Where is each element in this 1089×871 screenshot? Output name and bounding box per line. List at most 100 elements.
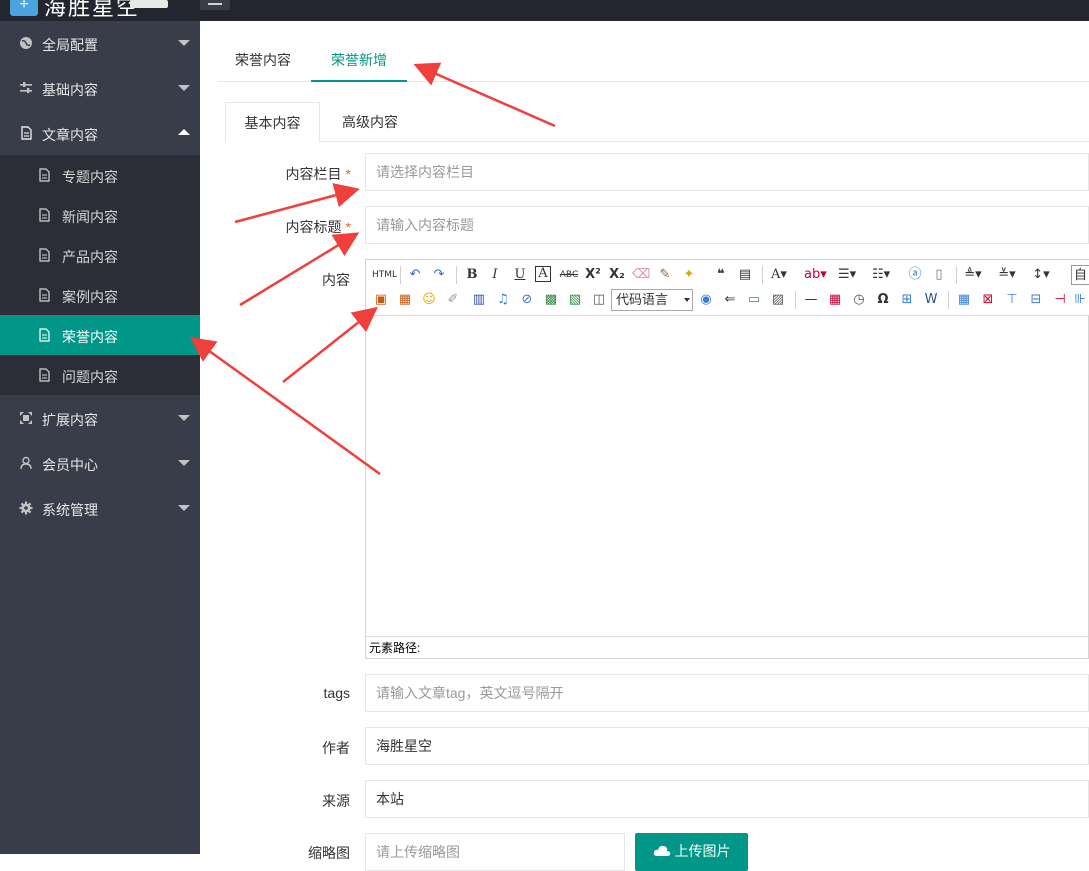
italic-icon[interactable]: I [486, 266, 504, 284]
page-break-icon[interactable]: ⇐ [721, 291, 739, 309]
document-icon [39, 248, 50, 262]
background-icon[interactable]: ▨ [769, 291, 787, 309]
multi-image-icon[interactable]: ▦ [396, 291, 414, 309]
tab-honor-content[interactable]: 荣誉内容 [218, 40, 308, 82]
rich-text-editor: HTML ↶ ↷ B I U A ABC X² X₂ ⌫ ✎ ✦ ❝ ▤ A▾ … [365, 259, 1089, 659]
annotation-arrow [282, 306, 378, 383]
insert-paragraph-before-table-icon[interactable]: ⊤ [1003, 291, 1021, 309]
blockquote-icon[interactable]: ❝ [712, 266, 730, 284]
title-input[interactable] [365, 206, 1089, 244]
source-input[interactable] [365, 780, 1089, 818]
document-icon [39, 288, 50, 302]
special-chars-icon[interactable]: Ω [874, 291, 892, 309]
menu-toggle-button[interactable] [200, 0, 230, 10]
html-source-icon[interactable]: HTML [372, 266, 397, 284]
sidebar-item-basic-content[interactable]: 基础内容 [0, 66, 200, 111]
highlight-color-icon[interactable]: ab▾ [804, 266, 827, 284]
insert-row-icon[interactable]: ⊟ [1027, 291, 1045, 309]
code-language-select[interactable]: 代码语言 [611, 289, 693, 311]
sidebar-item-system-management[interactable]: 系统管理 [0, 486, 200, 531]
source-label: 来源 [322, 793, 350, 809]
subscript-icon[interactable]: X₂ [608, 266, 626, 284]
editor-content-area[interactable] [366, 317, 1088, 635]
category-select[interactable] [365, 153, 1089, 191]
delete-row-icon[interactable]: ⊣ [1051, 291, 1069, 309]
undo-icon[interactable]: ↶ [406, 266, 424, 284]
line-height-icon[interactable]: ↕▾ [1032, 266, 1050, 284]
sidebar-subitem-case[interactable]: 案例内容 [0, 275, 200, 315]
superscript-icon[interactable]: X² [584, 266, 602, 284]
tab-advanced-content[interactable]: 高级内容 [320, 102, 420, 142]
word-image-icon[interactable]: W [922, 291, 940, 309]
title-label: 内容标题 * [285, 219, 351, 235]
sidebar-item-member-center[interactable]: 会员中心 [0, 441, 200, 486]
gear-icon [19, 501, 33, 515]
tab-honor-add[interactable]: 荣誉新增 [311, 40, 407, 82]
bold-icon[interactable]: B [463, 266, 481, 284]
user-icon [20, 456, 32, 470]
font-border-icon[interactable]: A [535, 266, 551, 282]
element-path: 元素路径: [366, 636, 1088, 658]
chevron-up-icon [178, 129, 190, 135]
strikethrough-icon[interactable]: ABC [558, 266, 580, 284]
sidebar-subitem-label: 专题内容 [62, 169, 118, 185]
category-label: 内容栏目 * [285, 166, 351, 182]
eraser-icon[interactable]: ⌫ [632, 266, 650, 284]
expand-icon [20, 412, 32, 424]
cleardoc-icon[interactable]: ⓐ [906, 266, 924, 284]
tab-basic-content[interactable]: 基本内容 [225, 102, 320, 143]
scrawl-icon[interactable]: ✐ [444, 291, 462, 309]
autotypeset-icon[interactable]: ✦ [680, 266, 698, 284]
sidebar-subitem-news[interactable]: 新闻内容 [0, 195, 200, 235]
underline-icon[interactable]: U [511, 266, 529, 284]
search-replace-icon[interactable]: ⊞ [898, 291, 916, 309]
thumbnail-label: 缩略图 [308, 845, 350, 861]
music-icon[interactable]: ♫ [494, 291, 512, 309]
document-icon [39, 368, 50, 382]
web-app-icon[interactable]: ◉ [697, 291, 715, 309]
redo-icon[interactable]: ↷ [430, 266, 448, 284]
thumbnail-input[interactable] [365, 833, 625, 871]
insert-frame-icon[interactable]: ◫ [590, 291, 608, 309]
font-color-icon[interactable]: A▾ [770, 266, 788, 284]
font-family-select[interactable]: 自 [1071, 265, 1089, 285]
insert-col-icon[interactable]: ⊪ [1072, 291, 1088, 309]
cloud-upload-icon [653, 845, 670, 856]
delete-table-icon[interactable]: ⊠ [979, 291, 997, 309]
attachment-icon[interactable]: ⊘ [518, 291, 536, 309]
sidebar-item-global-config[interactable]: 全局配置 [0, 21, 200, 66]
logo-text: 海胜星空 [44, 0, 141, 20]
time-icon[interactable]: ◷ [850, 291, 868, 309]
horizontal-rule-icon[interactable]: — [802, 291, 820, 309]
hamburger-icon [208, 3, 222, 5]
tags-input[interactable] [365, 674, 1089, 712]
sidebar-item-article-content[interactable]: 文章内容 [0, 111, 200, 156]
sidebar-subitem-product[interactable]: 产品内容 [0, 235, 200, 275]
sidebar-item-extended-content[interactable]: 扩展内容 [0, 396, 200, 441]
image-icon[interactable]: ▣ [372, 291, 390, 309]
insert-table-icon[interactable]: ▦ [955, 291, 973, 309]
date-icon[interactable]: ▦ [826, 291, 844, 309]
sidebar-subitem-label: 案例内容 [62, 289, 118, 305]
new-doc-icon[interactable]: ▯ [930, 266, 948, 284]
ordered-list-icon[interactable]: ☰▾ [838, 266, 856, 284]
row-spacing-top-icon[interactable]: ≜▾ [964, 266, 982, 284]
document-icon [39, 208, 50, 222]
paste-plain-icon[interactable]: ▤ [736, 266, 754, 284]
emotion-icon[interactable]: ☺ [420, 291, 438, 309]
gmap-icon[interactable]: ▧ [566, 291, 584, 309]
unordered-list-icon[interactable]: ☷▾ [872, 266, 890, 284]
upload-image-button[interactable]: 上传图片 [635, 833, 748, 871]
form-tabs: 基本内容 高级内容 [225, 102, 1089, 143]
sidebar-subitem-honor[interactable]: 荣誉内容 [0, 315, 200, 355]
sidebar-subitem-question[interactable]: 问题内容 [0, 355, 200, 395]
video-icon[interactable]: ▥ [470, 291, 488, 309]
format-brush-icon[interactable]: ✎ [656, 266, 674, 284]
template-icon[interactable]: ▭ [745, 291, 763, 309]
row-spacing-bottom-icon[interactable]: ≚▾ [998, 266, 1016, 284]
map-icon[interactable]: ▩ [542, 291, 560, 309]
sidebar-item-label: 系统管理 [42, 502, 98, 518]
sidebar-subitem-topic[interactable]: 专题内容 [0, 155, 200, 195]
annotation-arrow [189, 337, 381, 476]
author-input[interactable] [365, 727, 1089, 765]
